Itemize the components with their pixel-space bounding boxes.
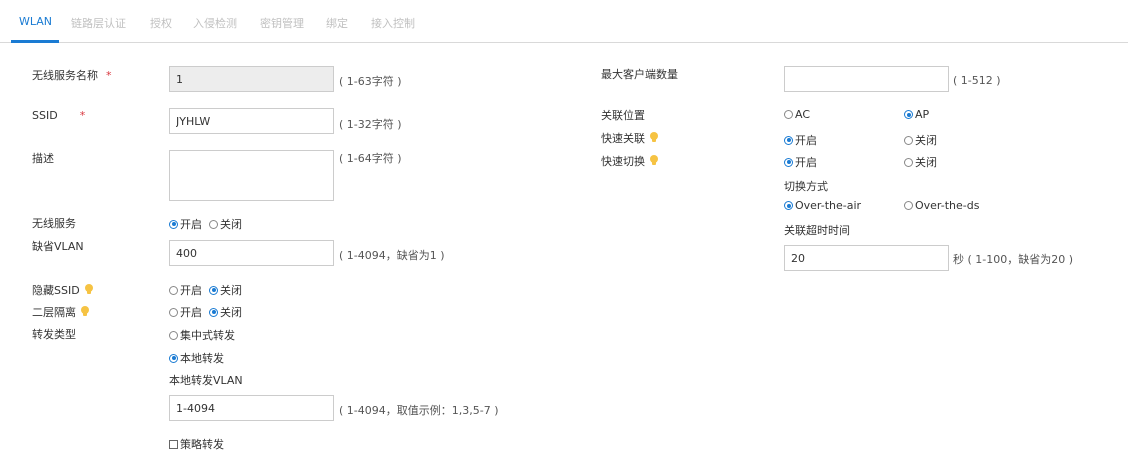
hide-ssid-label: 隐藏SSID (32, 282, 93, 298)
l2-isolation-off-radio[interactable]: 关闭 (209, 304, 242, 320)
fast-assoc-off-radio[interactable]: 关闭 (904, 132, 937, 148)
radio-dot (169, 353, 178, 363)
switch-mode-air-radio[interactable]: Over-the-air (784, 199, 861, 212)
forward-type-label: 转发类型 (32, 328, 76, 341)
lightbulb-icon[interactable] (650, 155, 658, 167)
policy-forward-checkbox[interactable]: 策略转发 (169, 436, 224, 452)
radio-dot (904, 135, 913, 145)
assoc-location-ap-radio[interactable]: AP (904, 108, 929, 121)
ssid-label: SSID * (32, 109, 86, 122)
radio-dot (904, 201, 913, 210)
centralized-forward-radio[interactable]: 集中式转发 (169, 327, 235, 343)
tab-authorization[interactable]: 授权 (150, 15, 172, 31)
ssid-input[interactable] (169, 108, 334, 134)
l2-isolation-label: 二层隔离 (32, 304, 89, 320)
radio-dot (169, 219, 178, 229)
tab-binding[interactable]: 绑定 (326, 15, 348, 31)
tab-link-auth[interactable]: 链路层认证 (71, 15, 126, 31)
description-textarea[interactable] (169, 150, 334, 201)
radio-dot (904, 157, 913, 167)
l2-isolation-on-radio[interactable]: 开启 (169, 304, 202, 320)
default-vlan-input[interactable] (169, 240, 334, 266)
description-hint: ( 1-64字符 ) (339, 152, 402, 165)
radio-dot (169, 307, 178, 317)
max-clients-input[interactable] (784, 66, 949, 92)
assoc-timeout-input[interactable] (784, 245, 949, 271)
wireless-service-label: 无线服务 (32, 217, 76, 230)
default-vlan-label: 缺省VLAN (32, 240, 84, 253)
assoc-timeout-label: 关联超时时间 (784, 224, 850, 237)
ssid-name-label: 无线服务名称 * (32, 69, 112, 82)
radio-dot (784, 110, 793, 119)
hide-ssid-off-radio[interactable]: 关闭 (209, 282, 242, 298)
hide-ssid-on-radio[interactable]: 开启 (169, 282, 202, 298)
wireless-service-on-radio[interactable]: 开启 (169, 216, 202, 232)
radio-dot (209, 219, 218, 229)
local-forward-vlan-hint: ( 1-4094，取值示例：1,3,5-7 ) (339, 404, 499, 417)
assoc-timeout-hint: 秒 ( 1-100，缺省为20 ) (953, 253, 1074, 266)
default-vlan-hint: ( 1-4094，缺省为1 ) (339, 249, 445, 262)
switch-mode-label: 切换方式 (784, 180, 828, 193)
fast-assoc-on-radio[interactable]: 开启 (784, 132, 817, 148)
tab-access-control[interactable]: 接入控制 (371, 15, 415, 31)
fast-switch-on-radio[interactable]: 开启 (784, 154, 817, 170)
wireless-service-off-radio[interactable]: 关闭 (209, 216, 242, 232)
tab-key-management[interactable]: 密钥管理 (260, 15, 304, 31)
lightbulb-icon[interactable] (650, 132, 658, 144)
lightbulb-icon[interactable] (84, 284, 93, 296)
ssid-name-hint: ( 1-63字符 ) (339, 75, 402, 88)
fast-switch-label: 快速切换 (601, 153, 658, 169)
radio-dot (784, 135, 793, 145)
switch-mode-ds-radio[interactable]: Over-the-ds (904, 199, 979, 212)
required-marker: * (106, 69, 112, 82)
lightbulb-icon[interactable] (81, 306, 89, 318)
assoc-location-ac-radio[interactable]: AC (784, 108, 810, 121)
checkbox-box (169, 439, 178, 449)
required-marker: * (79, 109, 86, 122)
ssid-name-input[interactable] (169, 66, 334, 92)
tab-wlan[interactable]: WLAN (19, 15, 52, 28)
radio-dot (904, 110, 913, 119)
description-label: 描述 (32, 152, 54, 165)
local-forward-vlan-label: 本地转发VLAN (169, 374, 243, 387)
radio-dot (209, 307, 218, 317)
tab-intrusion-detection[interactable]: 入侵检测 (193, 15, 237, 31)
radio-dot (784, 201, 793, 210)
radio-dot (169, 285, 178, 295)
assoc-location-label: 关联位置 (601, 109, 645, 122)
radio-dot (209, 285, 218, 295)
ssid-hint: ( 1-32字符 ) (339, 118, 402, 131)
max-clients-label: 最大客户端数量 (601, 68, 678, 81)
active-tab-indicator (11, 40, 59, 43)
local-forward-vlan-input[interactable] (169, 395, 334, 421)
fast-switch-off-radio[interactable]: 关闭 (904, 154, 937, 170)
max-clients-hint: ( 1-512 ) (953, 74, 1001, 87)
fast-assoc-label: 快速关联 (601, 130, 658, 146)
radio-dot (784, 157, 793, 167)
tab-bar: WLAN 链路层认证 授权 入侵检测 密钥管理 绑定 接入控制 (0, 0, 1128, 43)
radio-dot (169, 330, 178, 340)
local-forward-radio[interactable]: 本地转发 (169, 350, 224, 366)
